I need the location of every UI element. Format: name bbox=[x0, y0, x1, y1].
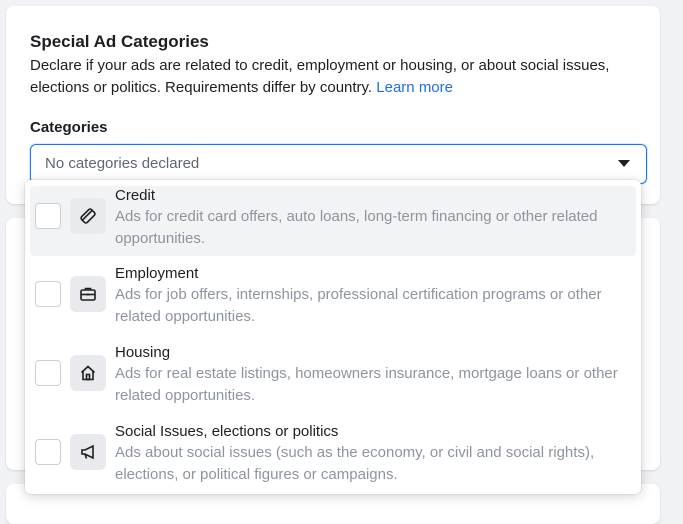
category-option-employment[interactable]: Employment Ads for job offers, internshi… bbox=[30, 264, 636, 334]
learn-more-link[interactable]: Learn more bbox=[376, 79, 453, 96]
social-issues-description: Ads about social issues (such as the eco… bbox=[115, 444, 595, 483]
caret-down-icon bbox=[618, 160, 630, 167]
social-issues-checkbox[interactable] bbox=[35, 439, 61, 465]
housing-checkbox[interactable] bbox=[35, 360, 61, 386]
credit-title: Credit bbox=[115, 187, 156, 204]
social-issues-title: Social Issues, elections or politics bbox=[115, 423, 339, 440]
special-ad-categories-card: Special Ad Categories Declare if your ad… bbox=[6, 6, 660, 204]
megaphone-icon bbox=[70, 434, 106, 470]
category-option-housing[interactable]: Housing Ads for real estate listings, ho… bbox=[30, 343, 636, 413]
categories-select-placeholder: No categories declared bbox=[45, 155, 200, 172]
credit-checkbox[interactable] bbox=[35, 203, 61, 229]
credit-description: Ads for credit card offers, auto loans, … bbox=[115, 208, 598, 247]
employment-title: Employment bbox=[115, 265, 199, 282]
housing-title: Housing bbox=[115, 344, 171, 361]
section-title: Special Ad Categories bbox=[30, 32, 209, 51]
employment-checkbox[interactable] bbox=[35, 281, 61, 307]
housing-description: Ads for real estate listings, homeowners… bbox=[115, 365, 618, 404]
categories-select[interactable]: No categories declared bbox=[30, 144, 647, 184]
categories-label: Categories bbox=[30, 119, 108, 136]
categories-dropdown-menu: Credit Ads for credit card offers, auto … bbox=[25, 180, 641, 494]
category-option-credit[interactable]: Credit Ads for credit card offers, auto … bbox=[30, 186, 636, 256]
section-description-text: Declare if your ads are related to credi… bbox=[30, 57, 610, 96]
credit-card-icon bbox=[70, 198, 106, 234]
section-description: Declare if your ads are related to credi… bbox=[30, 55, 650, 99]
employment-description: Ads for job offers, internships, profess… bbox=[115, 286, 602, 325]
briefcase-icon bbox=[70, 276, 106, 312]
category-option-social-issues[interactable]: Social Issues, elections or politics Ads… bbox=[30, 422, 636, 492]
house-icon bbox=[70, 355, 106, 391]
